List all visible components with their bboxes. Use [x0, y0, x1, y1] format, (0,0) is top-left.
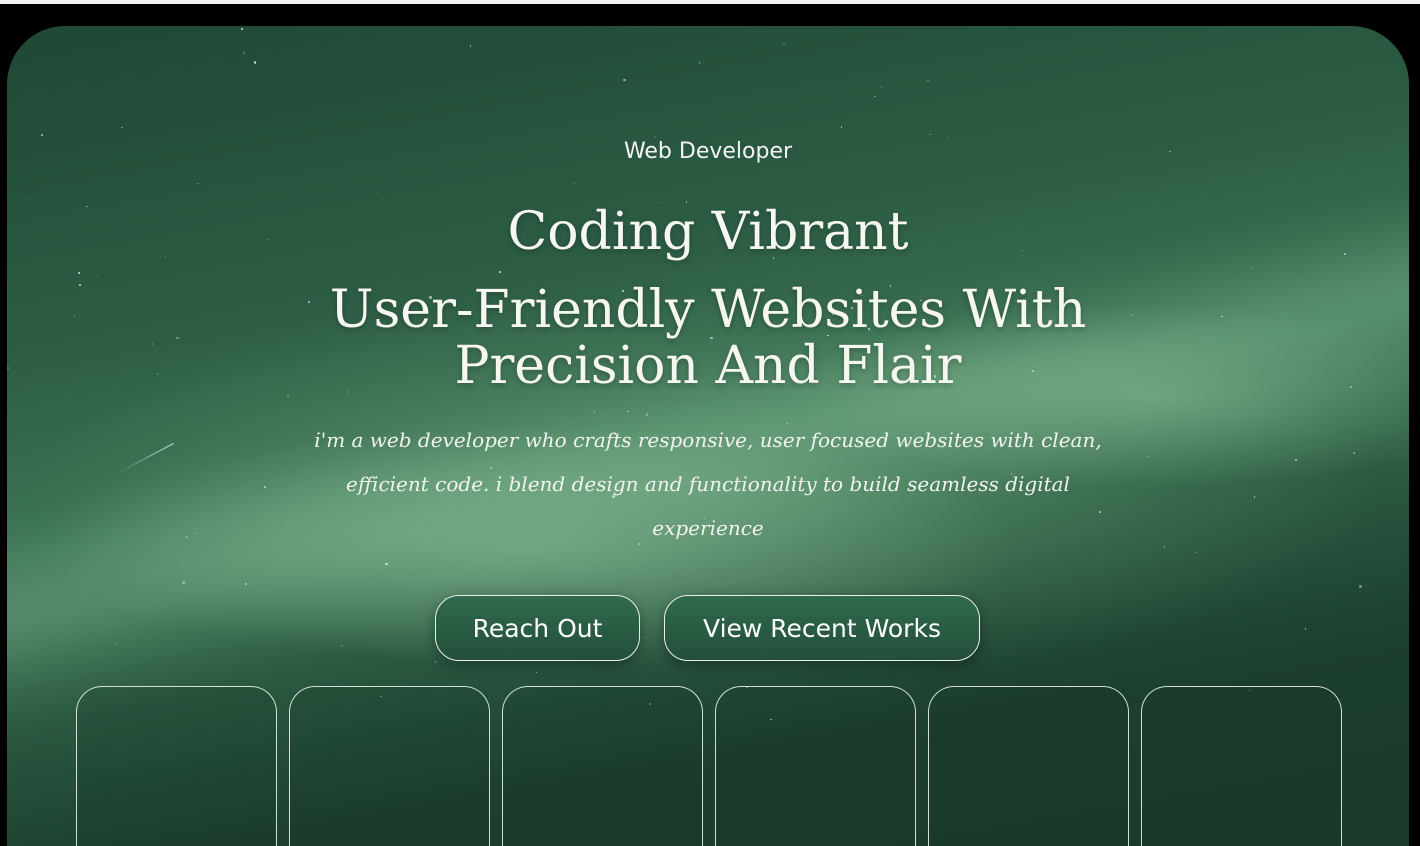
star-dot — [654, 135, 657, 138]
star-dot — [783, 42, 785, 45]
star-dot — [1250, 267, 1253, 269]
star-dot — [434, 661, 437, 663]
card-2[interactable] — [289, 686, 490, 846]
hero-section: Web Developer Coding Vibrant User-Friend… — [7, 26, 1409, 846]
star-dot — [241, 28, 243, 30]
star-dot — [1113, 121, 1116, 124]
star-dot — [1163, 546, 1166, 548]
star-dot — [264, 486, 266, 488]
star-dot — [698, 62, 701, 64]
star-dot — [874, 95, 876, 98]
headline-line-2-text: User-Friendly Websites With — [329, 280, 1087, 340]
star-dot — [194, 532, 197, 535]
star-dot — [393, 272, 396, 275]
star-dot — [535, 671, 538, 674]
star-dot — [1295, 459, 1297, 461]
star-dot — [929, 133, 931, 136]
card-3[interactable] — [502, 686, 703, 846]
star-dot — [182, 581, 185, 584]
star-dot — [385, 562, 388, 566]
view-recent-works-button[interactable]: View Recent Works — [664, 595, 980, 661]
star-dot — [41, 134, 43, 136]
star-dot — [245, 583, 247, 585]
star-dot — [469, 45, 472, 47]
star-dot — [880, 86, 883, 88]
card-5[interactable] — [928, 686, 1129, 846]
star-dot — [121, 126, 123, 129]
star-dot — [341, 644, 343, 647]
star-dot — [197, 182, 199, 185]
star-dot — [645, 636, 648, 639]
star-dot — [593, 411, 596, 413]
star-dot — [499, 271, 501, 273]
card-4[interactable] — [715, 686, 916, 846]
star-dot — [1194, 551, 1197, 554]
star-dot — [623, 78, 626, 82]
star-dot — [78, 272, 80, 274]
headline-line-1: Coding Vibrant — [507, 202, 909, 262]
star-dot — [287, 395, 289, 397]
star-dot — [627, 410, 629, 413]
star-dot — [645, 413, 649, 416]
star-dot — [376, 191, 379, 194]
star-dot — [947, 136, 950, 139]
star-dot — [1147, 455, 1149, 458]
star-dot — [1353, 452, 1355, 454]
star-dot — [1253, 496, 1256, 498]
browser-top-edge — [0, 0, 1420, 4]
card-row — [76, 686, 1342, 846]
star-dot — [1304, 628, 1307, 630]
star-dot — [96, 274, 99, 277]
reach-out-button[interactable]: Reach Out — [435, 595, 640, 661]
card-1[interactable] — [76, 686, 277, 846]
star-dot — [1359, 585, 1362, 588]
star-dot — [927, 79, 929, 82]
role-label: Web Developer — [623, 139, 793, 164]
star-dot — [115, 642, 117, 645]
hero-description: i'm a web developer who crafts responsiv… — [314, 428, 1102, 540]
headline-line-3-text: Precision And Flair — [454, 336, 962, 396]
star-dot — [253, 61, 257, 64]
headline-line-2: User-Friendly Websites With Precision An… — [7, 282, 1409, 394]
card-6[interactable] — [1141, 686, 1342, 846]
star-dot — [185, 535, 188, 539]
star-dot — [573, 182, 576, 184]
star-dot — [1258, 423, 1261, 426]
star-dot — [840, 126, 843, 128]
star-dot — [243, 52, 245, 54]
